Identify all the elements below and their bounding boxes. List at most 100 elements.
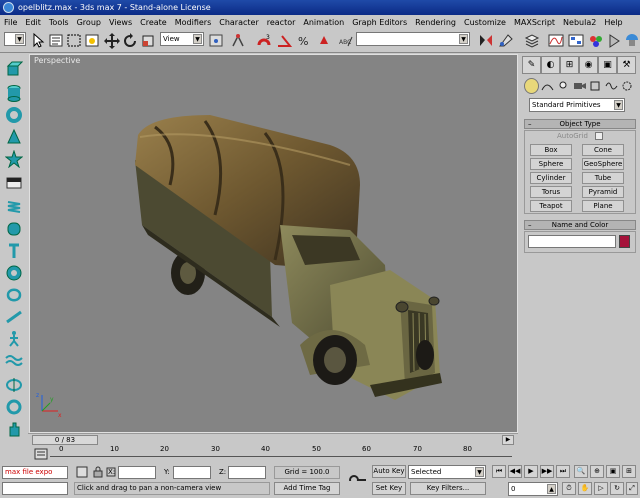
key-mode-dropdown[interactable]: Selected ▼ <box>408 465 486 479</box>
select-object-icon[interactable] <box>30 32 46 49</box>
display-tab-icon[interactable]: ▣ <box>598 56 617 74</box>
create-text-icon[interactable] <box>5 242 23 260</box>
set-key-button[interactable]: Set Key <box>372 482 406 495</box>
menu-character[interactable]: Character <box>219 18 259 27</box>
utilities-tab-icon[interactable]: ⚒ <box>617 56 636 74</box>
menu-reactor[interactable]: reactor <box>267 18 296 27</box>
field-of-view-icon[interactable]: ▷ <box>594 482 608 495</box>
z-coordinate-field[interactable] <box>228 466 266 479</box>
pyramid-button[interactable]: Pyramid <box>582 186 624 198</box>
layer-manager-icon[interactable] <box>524 32 540 49</box>
time-configuration-icon[interactable]: ⏱ <box>562 482 576 495</box>
space-warps-icon[interactable] <box>604 78 619 94</box>
percent-snap-icon[interactable]: % <box>296 32 312 49</box>
cameras-icon[interactable] <box>572 78 587 94</box>
lock-selection-icon[interactable] <box>92 466 104 478</box>
menu-help[interactable]: Help <box>604 18 622 27</box>
autogrid-checkbox[interactable] <box>595 132 603 140</box>
create-spring-icon[interactable] <box>5 198 23 216</box>
previous-frame-icon[interactable]: ◀◀ <box>508 465 522 478</box>
menu-tools[interactable]: Tools <box>49 18 69 27</box>
cone-button[interactable]: Cone <box>582 144 624 156</box>
select-and-manipulate-icon[interactable] <box>230 32 246 49</box>
menu-modifiers[interactable]: Modifiers <box>175 18 212 27</box>
create-lathe-icon[interactable] <box>5 376 23 394</box>
create-category-dropdown[interactable]: Standard Primitives ▼ <box>529 98 625 112</box>
create-cylinder-icon[interactable] <box>5 84 23 102</box>
select-scale-icon[interactable] <box>140 32 156 49</box>
undo-dropdown[interactable]: ▼ <box>4 32 26 46</box>
torus-button[interactable]: Torus <box>530 186 572 198</box>
sphere-button[interactable]: Sphere <box>530 158 572 170</box>
select-move-icon[interactable] <box>104 32 120 49</box>
edit-named-selection-icon[interactable]: ABC <box>338 32 354 49</box>
render-scene-icon[interactable] <box>606 32 622 49</box>
object-type-rollout-header[interactable]: – Object Type <box>524 119 636 129</box>
menu-create[interactable]: Create <box>140 18 167 27</box>
reference-coordinate-dropdown[interactable]: View ▼ <box>160 32 204 46</box>
material-editor-icon[interactable] <box>588 32 604 49</box>
auto-key-button[interactable]: Auto Key <box>372 465 406 478</box>
snap-toggle-icon[interactable]: 3 <box>256 32 272 49</box>
named-selection-set-dropdown[interactable]: ▼ <box>356 32 470 46</box>
create-biped-icon[interactable] <box>5 330 23 348</box>
maxscript-listener[interactable]: max file expo <box>2 466 68 479</box>
modify-tab-icon[interactable]: ◐ <box>541 56 560 74</box>
align-icon[interactable] <box>498 32 514 49</box>
curve-editor-icon[interactable] <box>548 32 564 49</box>
create-ring-icon[interactable] <box>5 398 23 416</box>
tube-button[interactable]: Tube <box>582 172 624 184</box>
quick-render-icon[interactable] <box>624 32 640 49</box>
menu-nebula2[interactable]: Nebula2 <box>563 18 596 27</box>
helpers-icon[interactable] <box>588 78 603 94</box>
create-wave-icon[interactable] <box>5 352 23 370</box>
menu-group[interactable]: Group <box>77 18 101 27</box>
create-cone-icon[interactable] <box>5 128 23 146</box>
menu-file[interactable]: File <box>4 18 17 27</box>
object-name-field[interactable] <box>528 235 616 248</box>
menu-graph-editors[interactable]: Graph Editors <box>352 18 407 27</box>
window-crossing-icon[interactable] <box>84 32 100 49</box>
go-to-start-icon[interactable]: ⏮ <box>492 465 506 478</box>
maxscript-output[interactable] <box>2 482 68 495</box>
select-by-name-icon[interactable] <box>48 32 64 49</box>
perspective-viewport[interactable]: Perspective x z y <box>29 54 518 433</box>
angle-snap-icon[interactable] <box>276 32 293 49</box>
create-plane-icon[interactable] <box>5 174 23 192</box>
create-bone-icon[interactable] <box>5 308 23 326</box>
hierarchy-tab-icon[interactable]: ⊞ <box>560 56 579 74</box>
pan-view-icon[interactable]: ✋ <box>578 482 592 495</box>
schematic-view-icon[interactable] <box>568 32 584 49</box>
next-key-icon[interactable]: ▶▶ <box>540 465 554 478</box>
geosphere-button[interactable]: GeoSphere <box>582 158 624 170</box>
app-icon[interactable] <box>3 2 14 13</box>
pivot-center-icon[interactable] <box>208 32 224 49</box>
current-frame-spinner[interactable]: 0 ▲ <box>508 482 558 496</box>
create-torus-icon[interactable] <box>5 106 23 124</box>
mirror-icon[interactable] <box>478 32 494 49</box>
systems-icon[interactable] <box>620 78 635 94</box>
cylinder-button[interactable]: Cylinder <box>530 172 572 184</box>
zoom-extents-all-icon[interactable]: ⊞ <box>622 465 636 478</box>
y-coordinate-field[interactable] <box>173 466 211 479</box>
zoom-icon[interactable]: 🔍 <box>574 465 588 478</box>
menu-edit[interactable]: Edit <box>25 18 41 27</box>
x-coordinate-field[interactable] <box>118 466 156 479</box>
geometry-icon[interactable] <box>524 78 539 94</box>
create-knot-icon[interactable] <box>5 286 23 304</box>
create-hand-icon[interactable] <box>5 420 23 438</box>
zoom-all-icon[interactable]: ⊕ <box>590 465 604 478</box>
menu-views[interactable]: Views <box>109 18 132 27</box>
menu-customize[interactable]: Customize <box>464 18 506 27</box>
name-and-color-rollout-header[interactable]: – Name and Color <box>524 220 636 230</box>
rect-selection-icon[interactable] <box>66 32 82 49</box>
shapes-icon[interactable] <box>540 78 555 94</box>
select-rotate-icon[interactable] <box>122 32 138 49</box>
selection-filter-icon[interactable] <box>76 466 88 478</box>
motion-tab-icon[interactable]: ◉ <box>579 56 598 74</box>
menu-animation[interactable]: Animation <box>303 18 344 27</box>
create-tab-icon[interactable]: ✎ <box>522 56 541 74</box>
play-icon[interactable]: ▶ <box>524 465 538 478</box>
track-bar[interactable]: 0 10 20 30 40 50 60 70 80 <box>28 445 518 464</box>
time-slider-thumb[interactable]: 0 / 83 <box>32 435 98 445</box>
